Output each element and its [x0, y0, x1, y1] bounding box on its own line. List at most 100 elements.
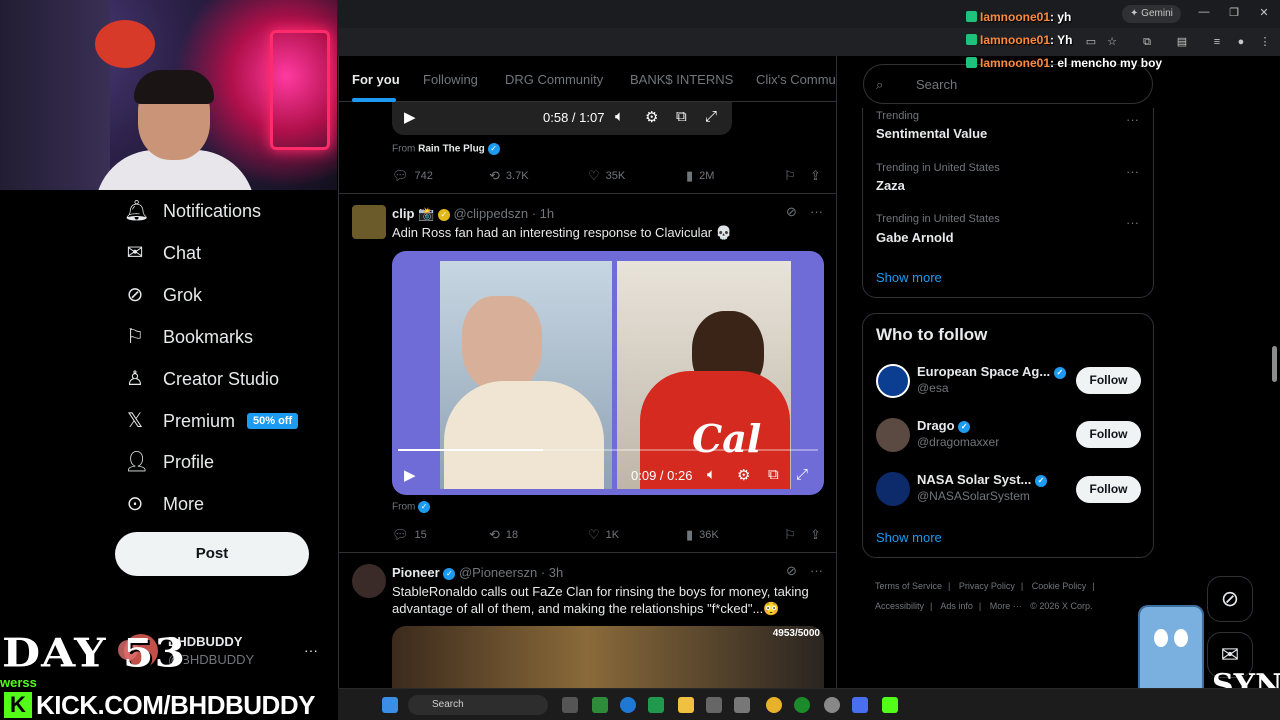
- excel-icon[interactable]: [648, 697, 664, 713]
- repost-button[interactable]: ⟲ 3.7K: [489, 168, 529, 184]
- minimize-button[interactable]: —: [1194, 6, 1214, 18]
- store-icon[interactable]: [734, 697, 750, 713]
- like-button[interactable]: ♡ 1K: [588, 527, 619, 543]
- obs-icon[interactable]: [824, 697, 840, 713]
- author-name[interactable]: Pioneer: [392, 565, 440, 580]
- follow-button[interactable]: Follow: [1076, 367, 1141, 394]
- settings-icon[interactable]: ⚙: [737, 466, 750, 484]
- maximize-button[interactable]: ❐: [1224, 6, 1244, 19]
- nav-more[interactable]: ⊙ More: [124, 486, 204, 522]
- follow-button[interactable]: Follow: [1076, 421, 1141, 448]
- share-button[interactable]: ⇪: [810, 527, 827, 543]
- xbox-icon[interactable]: [794, 697, 810, 713]
- pip-icon[interactable]: ⧉: [676, 108, 687, 125]
- volume-icon[interactable]: 🔈︎: [707, 466, 716, 483]
- gemini-button[interactable]: ✦ Gemini: [1122, 5, 1181, 23]
- post-more-icon[interactable]: ···: [810, 563, 823, 578]
- author-name[interactable]: clip: [392, 206, 414, 221]
- nav-bookmarks[interactable]: ⚐ Bookmarks: [124, 319, 253, 355]
- tab-drg-community[interactable]: DRG Community: [505, 72, 603, 87]
- avatar[interactable]: [352, 205, 386, 239]
- sidebar-icon[interactable]: ▤: [1175, 35, 1189, 49]
- nav-profile[interactable]: 👤︎ Profile: [124, 444, 214, 480]
- scrollbar-thumb[interactable]: [1272, 346, 1277, 382]
- footer-link[interactable]: Ads info: [940, 601, 973, 611]
- settings-icon[interactable]: ⚙: [645, 108, 658, 126]
- views-button[interactable]: ▮ 2M: [686, 168, 714, 184]
- extensions-icon[interactable]: ⧉: [1140, 35, 1154, 49]
- reply-button[interactable]: 💬︎ 15: [392, 527, 427, 543]
- show-more-link[interactable]: Show more: [876, 530, 942, 545]
- nav-notifications[interactable]: 🔔︎ Notifications: [124, 193, 261, 229]
- edge-icon[interactable]: [620, 697, 636, 713]
- star-icon[interactable]: ☆: [1105, 35, 1119, 49]
- grok-icon[interactable]: ⊘: [786, 563, 797, 579]
- account-more-icon[interactable]: ···: [304, 642, 318, 658]
- post-button[interactable]: Post: [115, 532, 309, 576]
- views-button[interactable]: ▮ 36K: [686, 527, 719, 543]
- fullscreen-icon[interactable]: ⤢: [796, 466, 808, 483]
- tab-clix-community[interactable]: Clix's Commu: [756, 72, 836, 87]
- like-button[interactable]: ♡ 35K: [588, 168, 625, 184]
- follow-name[interactable]: NASA Solar Syst... ✓: [917, 472, 1048, 487]
- fullscreen-icon[interactable]: ⤢: [705, 108, 717, 125]
- bookmark-button[interactable]: ⚐: [784, 527, 802, 543]
- footer-link[interactable]: Cookie Policy: [1032, 581, 1087, 591]
- follow-name[interactable]: European Space Ag... ✓: [917, 364, 1066, 379]
- trend-name[interactable]: Gabe Arnold: [876, 230, 954, 245]
- grok-icon[interactable]: ⊘: [786, 204, 797, 220]
- task-view-icon[interactable]: [562, 697, 578, 713]
- reading-list-icon[interactable]: ≡: [1210, 35, 1224, 49]
- trend-name[interactable]: Zaza: [876, 178, 905, 193]
- tab-for-you[interactable]: For you: [352, 72, 400, 87]
- settings-icon[interactable]: [706, 697, 722, 713]
- volume-icon[interactable]: 🔈︎: [615, 108, 624, 125]
- tab-banks-interns[interactable]: BANK$ INTERNS: [630, 72, 733, 87]
- trend-name[interactable]: Sentimental Value: [876, 126, 987, 141]
- follow-name[interactable]: Drago ✓: [917, 418, 971, 433]
- follow-button[interactable]: Follow: [1076, 476, 1141, 503]
- taskbar-search[interactable]: Search: [408, 695, 548, 715]
- nav-creator-studio[interactable]: ♙ Creator Studio: [124, 361, 279, 397]
- profile-icon[interactable]: ●: [1234, 35, 1248, 49]
- share-button[interactable]: ⇪: [810, 168, 827, 184]
- footer-link[interactable]: Accessibility: [875, 601, 924, 611]
- pip-icon[interactable]: ⧉: [768, 466, 779, 483]
- close-window-button[interactable]: ✕: [1254, 6, 1274, 19]
- file-explorer-icon[interactable]: [678, 697, 694, 713]
- footer-link[interactable]: Privacy Policy: [959, 581, 1015, 591]
- nav-grok[interactable]: ⊘ Grok: [124, 277, 202, 313]
- nvidia-icon[interactable]: [592, 697, 608, 713]
- repost-button[interactable]: ⟲ 18: [489, 527, 518, 543]
- footer-link[interactable]: Terms of Service: [875, 581, 942, 591]
- nav-premium[interactable]: 𝕏 Premium 50% off: [124, 403, 299, 439]
- nav-chat[interactable]: ✉ Chat: [124, 235, 201, 271]
- kebab-menu-icon[interactable]: ⋮: [1258, 35, 1272, 49]
- chrome-icon[interactable]: [766, 697, 782, 713]
- cast-icon[interactable]: ▭: [1084, 35, 1098, 49]
- avatar[interactable]: [876, 364, 910, 398]
- avatar[interactable]: [876, 472, 910, 506]
- windows-start-icon[interactable]: [382, 697, 398, 713]
- trend-more-icon[interactable]: ···: [1126, 164, 1139, 179]
- post-more-icon[interactable]: ···: [810, 204, 823, 219]
- tab-following[interactable]: Following: [423, 72, 478, 87]
- search-input[interactable]: ⌕ Search: [863, 64, 1153, 104]
- trend-more-icon[interactable]: ···: [1126, 215, 1139, 230]
- from-source[interactable]: Rain The Plug: [418, 144, 485, 155]
- play-icon[interactable]: ▶: [404, 466, 416, 484]
- footer-link[interactable]: More ···: [990, 601, 1022, 611]
- video-player[interactable]: Cal: [392, 251, 824, 495]
- discord-icon[interactable]: [852, 697, 868, 713]
- avatar[interactable]: [352, 564, 386, 598]
- kick-app-icon[interactable]: [882, 697, 898, 713]
- reply-button[interactable]: 💬︎ 742: [392, 168, 433, 184]
- trend-more-icon[interactable]: ···: [1126, 112, 1139, 127]
- avatar[interactable]: [876, 418, 910, 452]
- play-icon[interactable]: ▶: [404, 108, 416, 126]
- author-handle[interactable]: @clippedszn: [453, 206, 528, 221]
- bookmark-button[interactable]: ⚐: [784, 168, 802, 184]
- trends-card: Trending Sentimental Value ··· Trending …: [862, 108, 1154, 298]
- author-handle[interactable]: @Pioneerszn: [459, 565, 537, 580]
- show-more-link[interactable]: Show more: [876, 270, 942, 285]
